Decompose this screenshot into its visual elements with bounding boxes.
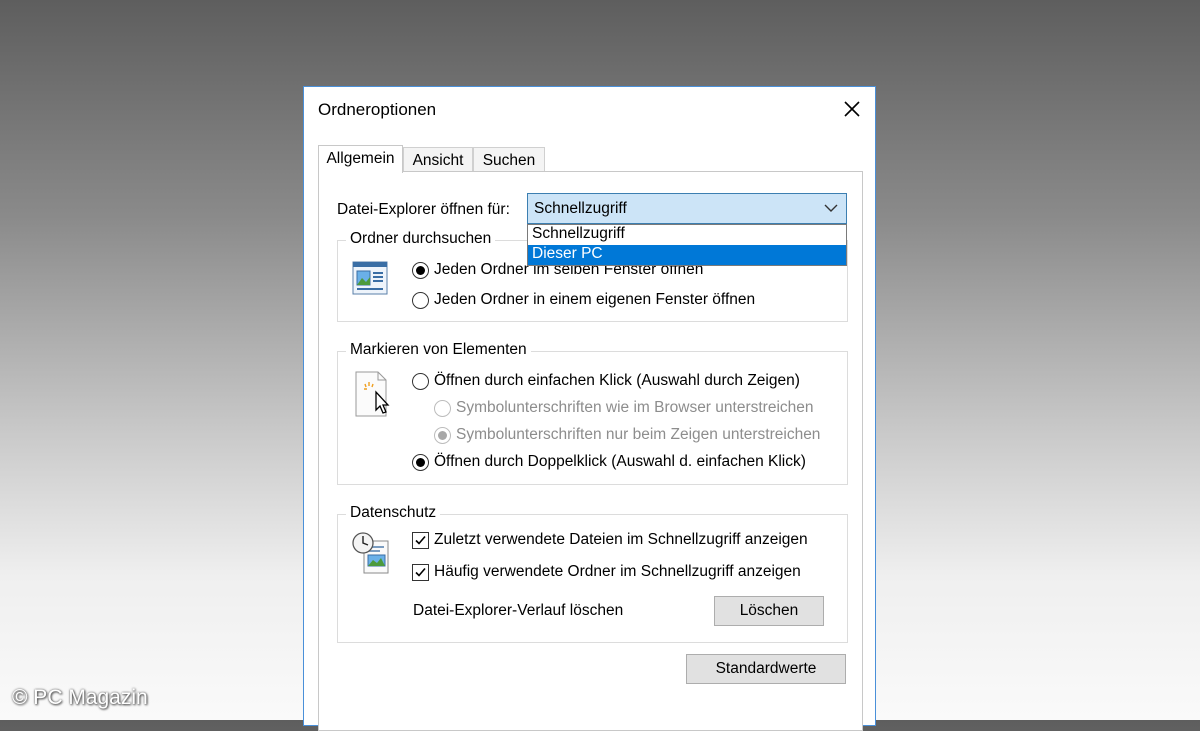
tab-suchen[interactable]: Suchen bbox=[473, 147, 545, 171]
radio-underline-browser-label: Symbolunterschriften wie im Browser unte… bbox=[456, 399, 814, 416]
browse-folders-title: Ordner durchsuchen bbox=[346, 230, 496, 248]
tab-allgemein[interactable]: Allgemein bbox=[318, 145, 403, 173]
checkmark-icon bbox=[415, 567, 426, 577]
close-icon bbox=[844, 101, 860, 117]
chevron-down-icon bbox=[824, 204, 838, 212]
radio-underline-hover-label: Symbolunterschriften nur beim Zeigen unt… bbox=[456, 426, 821, 443]
clear-history-button[interactable]: Löschen bbox=[714, 596, 824, 626]
folder-options-dialog: Ordneroptionen Allgemein Ansicht Suchen … bbox=[303, 86, 876, 731]
dropdown-option-schnellzugriff[interactable]: Schnellzugriff bbox=[528, 225, 846, 245]
dropdown-option-dieser-pc[interactable]: Dieser PC bbox=[528, 245, 846, 265]
radio-single-click[interactable]: Öffnen durch einfachen Klick (Auswahl du… bbox=[412, 372, 800, 390]
radio-new-window[interactable]: Jeden Ordner in einem eigenen Fenster öf… bbox=[412, 291, 755, 309]
open-for-value: Schnellzugriff bbox=[534, 200, 627, 217]
title-bar[interactable]: Ordneroptionen bbox=[304, 87, 875, 131]
radio-button[interactable] bbox=[412, 453, 429, 471]
privacy-group: Datenschutz Zuletzt verwendete Dateien i… bbox=[337, 504, 848, 643]
close-button[interactable] bbox=[837, 95, 867, 123]
open-for-dropdown-list: Schnellzugriff Dieser PC bbox=[527, 224, 847, 266]
pointer-click-icon bbox=[354, 370, 394, 425]
checkbox-frequent-folders-label: Häufig verwendete Ordner im Schnellzugri… bbox=[434, 563, 801, 580]
click-items-group: Markieren von Elementen Öffnen durch ein… bbox=[337, 341, 848, 485]
radio-double-click-label: Öffnen durch Doppelklick (Auswahl d. ein… bbox=[434, 453, 806, 470]
checkbox[interactable] bbox=[412, 531, 429, 549]
radio-single-click-label: Öffnen durch einfachen Klick (Auswahl du… bbox=[434, 372, 800, 389]
radio-underline-hover: Symbolunterschriften nur beim Zeigen unt… bbox=[434, 426, 820, 444]
checkbox-frequent-folders[interactable]: Häufig verwendete Ordner im Schnellzugri… bbox=[412, 563, 801, 581]
clear-history-label: Datei-Explorer-Verlauf löschen bbox=[413, 602, 624, 619]
watermark: © PC Magazin bbox=[12, 686, 148, 709]
restore-defaults-button[interactable]: Standardwerte bbox=[686, 654, 846, 684]
tab-ansicht[interactable]: Ansicht bbox=[403, 147, 473, 171]
checkbox[interactable] bbox=[412, 563, 429, 581]
open-for-select[interactable]: Schnellzugriff bbox=[527, 193, 847, 224]
radio-button bbox=[434, 426, 451, 444]
click-items-title: Markieren von Elementen bbox=[346, 341, 531, 359]
privacy-title: Datenschutz bbox=[346, 504, 441, 522]
radio-button bbox=[434, 399, 451, 417]
folder-window-icon bbox=[352, 261, 388, 300]
radio-underline-browser: Symbolunterschriften wie im Browser unte… bbox=[434, 399, 814, 417]
clock-documents-icon bbox=[352, 531, 392, 582]
radio-button[interactable] bbox=[412, 291, 429, 309]
radio-button[interactable] bbox=[412, 261, 429, 279]
checkbox-recent-files[interactable]: Zuletzt verwendete Dateien im Schnellzug… bbox=[412, 531, 808, 549]
checkmark-icon bbox=[415, 535, 426, 545]
radio-double-click[interactable]: Öffnen durch Doppelklick (Auswahl d. ein… bbox=[412, 453, 806, 471]
window-title: Ordneroptionen bbox=[318, 100, 437, 119]
open-for-label: Datei-Explorer öffnen für: bbox=[337, 201, 510, 218]
checkbox-recent-files-label: Zuletzt verwendete Dateien im Schnellzug… bbox=[434, 531, 808, 548]
radio-button[interactable] bbox=[412, 372, 429, 390]
radio-new-window-label: Jeden Ordner in einem eigenen Fenster öf… bbox=[434, 291, 756, 308]
